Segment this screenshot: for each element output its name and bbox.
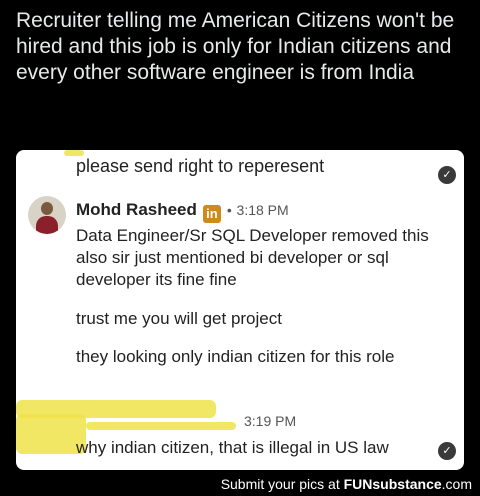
watermark-suffix: .com	[441, 476, 472, 492]
message-text: Data Engineer/Sr SQL Developer removed t…	[76, 226, 429, 289]
chat-screenshot: please send right to reperesent ✓ Mohd R…	[16, 150, 464, 470]
sender-name[interactable]: Mohd Rasheed	[76, 200, 197, 219]
highlighter-mark	[86, 422, 236, 430]
watermark-bar: Submit your pics at FUNsubstance.com	[0, 472, 480, 496]
post-caption: Recruiter telling me American Citizens w…	[16, 9, 455, 84]
watermark-text: Submit your pics at FUNsubstance.com	[221, 476, 472, 492]
message-text: they looking only indian citizen for thi…	[76, 347, 395, 366]
previous-message: please send right to reperesent	[76, 156, 325, 176]
watermark-prefix: Submit your pics at	[220, 476, 344, 492]
watermark-brand: FUNsubstance	[343, 476, 442, 492]
message-header: Mohd Rasheed in • 3:18 PM	[76, 200, 289, 223]
reply-message: why indian citizen, that is illegal in U…	[76, 438, 389, 457]
reply-timestamp: 3:19 PM	[244, 413, 297, 429]
read-receipt-icon: ✓	[438, 442, 456, 460]
separator: •	[226, 202, 232, 218]
message-timestamp: 3:18 PM	[236, 202, 289, 218]
message-text: trust me you will get project	[76, 309, 282, 328]
linkedin-icon: in	[202, 205, 221, 223]
read-receipt-icon: ✓	[438, 166, 456, 184]
avatar	[28, 196, 66, 234]
